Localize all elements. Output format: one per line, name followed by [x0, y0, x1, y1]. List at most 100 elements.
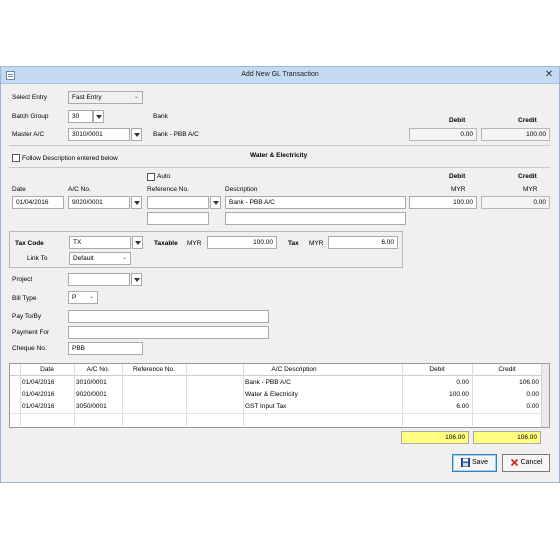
- top-credit-total: 100.00: [481, 128, 550, 141]
- taxable-amount-field[interactable]: 100.00: [207, 236, 277, 249]
- entry-ac-no-field[interactable]: 9020/0001: [68, 196, 130, 209]
- follow-description-checkbox[interactable]: [12, 154, 20, 162]
- tax-panel: Tax Code TX Taxable MYR 100.00 Tax MYR 6…: [9, 231, 403, 268]
- payment-for-label: Payment For: [12, 329, 50, 336]
- entry-description-2-field[interactable]: [225, 212, 406, 225]
- tax-currency: MYR: [309, 240, 324, 247]
- grid-cell-ac-no: 3010/0001: [76, 379, 107, 386]
- batch-group-dropdown-button[interactable]: [93, 110, 104, 123]
- grid-header-credit: Credit: [472, 364, 542, 376]
- pay-to-field[interactable]: [68, 310, 269, 323]
- grid-header-indicator: [10, 364, 20, 376]
- row-divider: [10, 413, 542, 414]
- description-header: Description: [225, 186, 258, 193]
- tax-amount-field[interactable]: 6.00: [328, 236, 398, 249]
- window-title: Add New GL Transaction: [241, 71, 319, 78]
- title-bar[interactable]: Add New GL Transaction ✕: [1, 67, 559, 84]
- link-to-dropdown[interactable]: Default ⌄: [69, 252, 131, 265]
- save-button-label: Save: [472, 459, 488, 466]
- grid-debit-total: 106.00: [401, 431, 469, 444]
- tax-label: Tax: [288, 240, 299, 247]
- grid-header-ac-no: A/C No.: [74, 364, 122, 376]
- payment-for-field[interactable]: [68, 326, 269, 339]
- batch-group-field[interactable]: 30: [68, 110, 93, 123]
- grid-vertical-scrollbar[interactable]: [541, 364, 549, 427]
- tax-code-label: Tax Code: [15, 240, 44, 247]
- entry-reference-no-2-field[interactable]: [147, 212, 209, 225]
- grid-header-debit: Debit: [402, 364, 472, 376]
- entry-debit-field[interactable]: 100.00: [409, 196, 477, 209]
- grid-cell-ac-no: 3050/0001: [76, 403, 107, 410]
- gl-transaction-dialog: Add New GL Transaction ✕ Select Entry Fa…: [0, 66, 560, 483]
- master-ac-label: Master A/C: [12, 131, 45, 138]
- master-ac-field[interactable]: 3010/0001: [68, 128, 130, 141]
- grid-cell-description: GST Input Tax: [245, 403, 287, 410]
- link-to-value: Default: [73, 255, 94, 262]
- entry-credit-field[interactable]: 0.00: [481, 196, 550, 209]
- batch-group-label: Batch Group: [12, 113, 49, 120]
- top-debit-total: 0.00: [409, 128, 477, 141]
- date-header: Date: [12, 186, 26, 193]
- cancel-button-label: Cancel: [520, 459, 543, 466]
- entry-credit-label: Credit: [518, 173, 537, 180]
- chevron-down-icon: ⌄: [88, 294, 95, 300]
- divider: [9, 167, 550, 168]
- grid-cell-date: 01/04/2016: [22, 403, 55, 410]
- cancel-button[interactable]: Cancel: [502, 454, 550, 472]
- grid-cell-ac-no: 9020/0001: [76, 391, 107, 398]
- project-field[interactable]: [68, 273, 130, 286]
- grid-cell-date: 01/04/2016: [22, 391, 55, 398]
- grid-credit-total: 106.00: [473, 431, 541, 444]
- grid-header-ac-description: A/C Description: [186, 364, 402, 376]
- journal-title: Water & Electricity: [250, 152, 308, 159]
- taxable-currency: MYR: [187, 240, 202, 247]
- project-dropdown-button[interactable]: [131, 273, 142, 286]
- select-entry-dropdown[interactable]: Fast Entry ⌄: [68, 91, 143, 104]
- auto-label: Auto: [157, 173, 171, 180]
- chevron-down-icon: ⌄: [121, 255, 128, 261]
- entry-reference-no-dropdown-button[interactable]: [210, 196, 221, 209]
- link-to-label: Link To: [27, 255, 48, 262]
- follow-description-label: Follow Description entered below: [22, 155, 118, 162]
- auto-checkbox[interactable]: [147, 173, 155, 181]
- batch-group-description: Bank: [153, 113, 168, 120]
- master-ac-description: Bank - PBB A/C: [153, 131, 199, 138]
- grid-cell-credit: 0.00: [526, 403, 539, 410]
- entry-ac-no-dropdown-button[interactable]: [131, 196, 142, 209]
- divider: [9, 145, 550, 146]
- red-x-icon: [510, 458, 518, 466]
- tax-code-field[interactable]: TX: [69, 236, 131, 249]
- entry-credit-currency: MYR: [523, 186, 538, 193]
- pay-to-label: Pay To/By: [12, 313, 42, 320]
- transaction-grid[interactable]: Date A/C No. Reference No. A/C Descripti…: [9, 363, 550, 428]
- top-debit-label: Debit: [449, 117, 466, 124]
- grid-cell-debit: 100.00: [449, 391, 469, 398]
- grid-cell-date: 01/04/2016: [22, 379, 55, 386]
- reference-no-header: Reference No.: [147, 186, 189, 193]
- cheque-no-label: Cheque No.: [12, 345, 47, 352]
- master-ac-dropdown-button[interactable]: [131, 128, 142, 141]
- grid-cell-debit: 6.00: [456, 403, 469, 410]
- bill-type-value: P: [72, 294, 77, 301]
- entry-reference-no-field[interactable]: [147, 196, 209, 209]
- select-entry-label: Select Entry: [12, 94, 48, 101]
- grid-cell-debit: 0.00: [456, 379, 469, 386]
- entry-description-field[interactable]: Bank - PBB A/C: [225, 196, 406, 209]
- grid-cell-description: Water & Electricity: [245, 391, 298, 398]
- tax-code-dropdown-button[interactable]: [132, 236, 143, 249]
- floppy-disk-icon: [461, 457, 471, 467]
- grid-cell-credit: 0.00: [526, 391, 539, 398]
- top-credit-label: Credit: [518, 117, 537, 124]
- save-button[interactable]: Save: [452, 454, 497, 472]
- chevron-down-icon: ⌄: [133, 94, 140, 100]
- close-button[interactable]: ✕: [542, 69, 556, 82]
- grid-cell-credit: 106.00: [519, 379, 539, 386]
- bill-type-dropdown[interactable]: P ⌄: [68, 291, 98, 304]
- entry-debit-currency: MYR: [451, 186, 466, 193]
- bill-type-label: Bill Type: [12, 295, 37, 302]
- entry-debit-label: Debit: [449, 173, 466, 180]
- cheque-no-field[interactable]: PBB: [68, 342, 143, 355]
- grid-cell-description: Bank - PBB A/C: [245, 379, 291, 386]
- grid-header-reference-no: Reference No.: [122, 364, 186, 376]
- entry-date-field[interactable]: 01/04/2016: [12, 196, 64, 209]
